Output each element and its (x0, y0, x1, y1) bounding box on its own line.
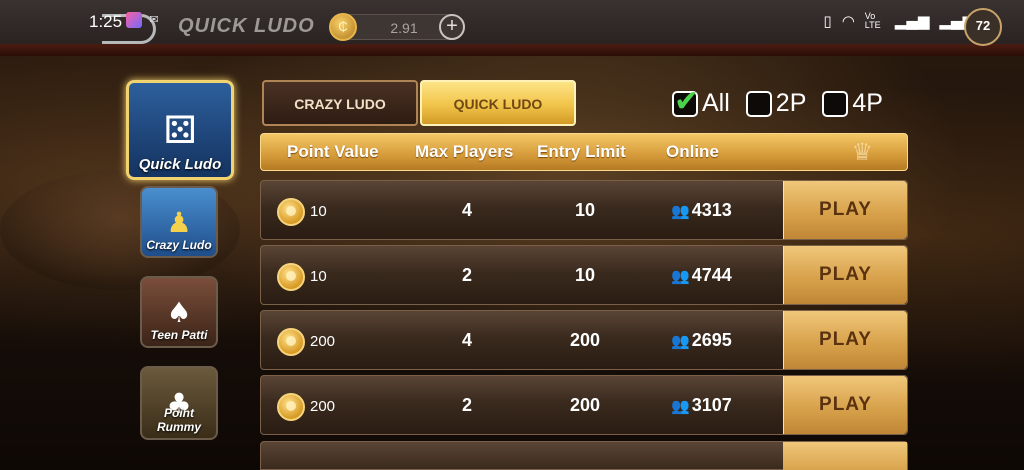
point-value: 200 (310, 333, 336, 350)
status-time: 1:25 (89, 12, 123, 31)
max-players: 2 (461, 395, 472, 415)
game-label: Quick Ludo (138, 156, 222, 173)
checkbox-4p[interactable] (822, 90, 849, 117)
entry-limit: 10 (574, 200, 596, 220)
coin-icon (277, 198, 305, 226)
people-icon: 👥 (671, 266, 690, 285)
table-row: 10 2 10 👥 4744 PLAY (260, 245, 908, 305)
point-value: 10 (310, 203, 327, 220)
coin-icon (277, 328, 305, 356)
entry-limit: 200 (569, 395, 601, 415)
game-label: Crazy Ludo (146, 238, 212, 252)
play-button[interactable]: PLAY (783, 181, 907, 239)
table-row: 200 2 200 👥 3107 PLAY (260, 375, 908, 435)
online-count: 👥 4744 (671, 265, 732, 286)
online-value: 3107 (691, 395, 732, 415)
play-button[interactable]: PLAY (783, 311, 907, 369)
entry-limit: 10 (574, 265, 596, 285)
checkbox-2p[interactable] (745, 90, 772, 117)
game-tile-point-rummy[interactable]: ♣ Point Rummy (140, 366, 218, 440)
app-title: QUICK LUDO (178, 15, 315, 37)
people-icon: 👥 (671, 396, 690, 415)
online-count: 👥 4313 (671, 200, 732, 221)
online-value: 4744 (691, 265, 732, 285)
player-filters: All 2P 4P (672, 84, 883, 119)
table-row: 200 4 200 👥 2695 PLAY (260, 310, 908, 370)
max-players: 2 (461, 265, 472, 285)
game-tile-quick-ludo[interactable]: ⚄ Quick Ludo (126, 80, 234, 180)
system-status: ▯ ◠ Vo LTE ▂▄▆ ▂▄▆ (823, 11, 974, 31)
vibrate-icon: ▯ (823, 12, 832, 30)
filter-2p[interactable]: 2P (745, 89, 807, 118)
battery-indicator: 72 (964, 8, 1002, 46)
balance-amount: 2.91 (390, 20, 418, 36)
crown-decoration-icon: ♛ (851, 138, 873, 166)
max-players: 4 (461, 330, 472, 350)
table-header: Point Value Max Players Entry Limit Onli… (260, 133, 908, 171)
filter-label: All (702, 89, 730, 117)
game-label: Teen Patti (150, 328, 208, 342)
online-count: 👥 3107 (671, 395, 732, 416)
network-label: Vo LTE (864, 11, 881, 30)
tab-crazy-ludo[interactable]: CRAZY LUDO (262, 80, 418, 126)
filter-all[interactable]: All (672, 84, 730, 119)
online-value: 2695 (691, 330, 732, 350)
notification-icons: ✉ (126, 12, 162, 28)
filter-4p[interactable]: 4P (822, 89, 883, 118)
header-ribbon (0, 44, 1024, 56)
play-button-partial[interactable] (783, 442, 907, 470)
checkbox-all[interactable] (672, 84, 699, 119)
filter-label: 2P (775, 89, 807, 117)
signal-icon: ▂▄▆ (894, 12, 930, 30)
people-icon: 👥 (671, 331, 690, 350)
point-value: 10 (310, 268, 327, 285)
wifi-icon: ◠ (841, 12, 855, 30)
play-button[interactable]: PLAY (783, 376, 907, 434)
max-players: 4 (461, 200, 472, 220)
game-tile-teen-patti[interactable]: ♠ Teen Patti (140, 276, 218, 348)
entry-limit: 200 (569, 330, 601, 350)
table-row: 10 4 10 👥 4313 PLAY (260, 180, 908, 240)
mail-icon: ✉ (149, 13, 159, 26)
top-bar: 1:25 ✉ QUICK LUDO ₵ 2.91 + ▯ ◠ Vo LTE ▂▄… (0, 0, 1024, 56)
online-value: 4313 (691, 200, 732, 220)
coin-icon: ₵ (329, 13, 357, 41)
coin-icon (277, 263, 305, 291)
app-notification-icon (126, 12, 142, 28)
add-balance-button[interactable]: + (439, 14, 465, 40)
point-value: 200 (310, 398, 336, 415)
header-entry-limit: Entry Limit (537, 142, 626, 161)
balance-display: ₵ 2.91 + (329, 13, 465, 41)
online-count: 👥 2695 (671, 330, 732, 351)
filter-label: 4P (852, 89, 883, 117)
coin-icon (277, 393, 305, 421)
header-online: Online (666, 142, 719, 161)
game-label: Point Rummy (156, 406, 201, 434)
header-point-value: Point Value (287, 142, 379, 161)
people-icon: 👥 (671, 201, 690, 220)
play-button[interactable]: PLAY (783, 246, 907, 304)
tab-quick-ludo[interactable]: QUICK LUDO (420, 80, 576, 126)
game-tile-crazy-ludo[interactable]: ♟ Crazy Ludo (140, 186, 218, 258)
header-max-players: Max Players (415, 142, 514, 161)
table-row-partial (260, 441, 908, 470)
